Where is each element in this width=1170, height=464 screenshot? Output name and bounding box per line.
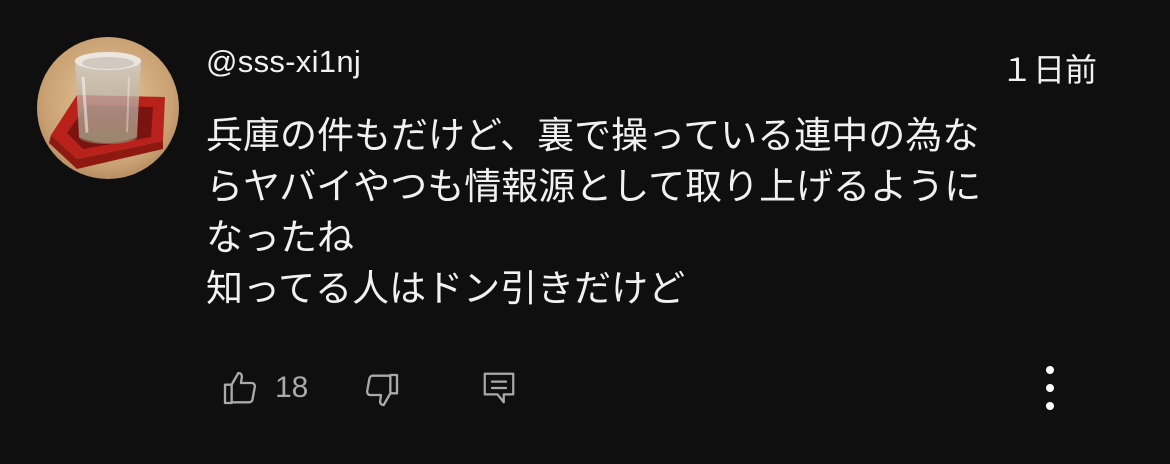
thumbs-up-icon [223,371,257,405]
comment-text-line: 知ってる人はドン引きだけど [206,267,686,310]
reply-icon [483,372,515,404]
comment-text-line: なったね [206,216,354,259]
avatar[interactable] [37,37,179,179]
avatar-image [37,37,179,179]
comment-text-line: 兵庫の件もだけど、裏で操っている連中の為な [206,114,980,157]
like-button[interactable] [218,366,262,410]
comment-actions: 18 [0,360,1170,416]
thumbs-down-icon [365,373,399,407]
comment-thread: @sss-xi1nj １日前 兵庫の件もだけど、裏で操っている連中の為な らヤバ… [0,0,1170,464]
more-vert-icon [1046,366,1054,410]
comment-text: 兵庫の件もだけど、裏で操っている連中の為な らヤバイやつも情報源として取り上げる… [206,110,1106,314]
comment-author[interactable]: @sss-xi1nj [206,40,361,84]
comment-timestamp: １日前 [1000,51,1097,89]
reply-button[interactable] [478,366,520,410]
like-count: 18 [275,371,309,404]
dislike-button[interactable] [360,368,404,412]
comment-text-line: らヤバイやつも情報源として取り上げるように [206,165,982,208]
more-options-button[interactable] [1030,360,1070,416]
